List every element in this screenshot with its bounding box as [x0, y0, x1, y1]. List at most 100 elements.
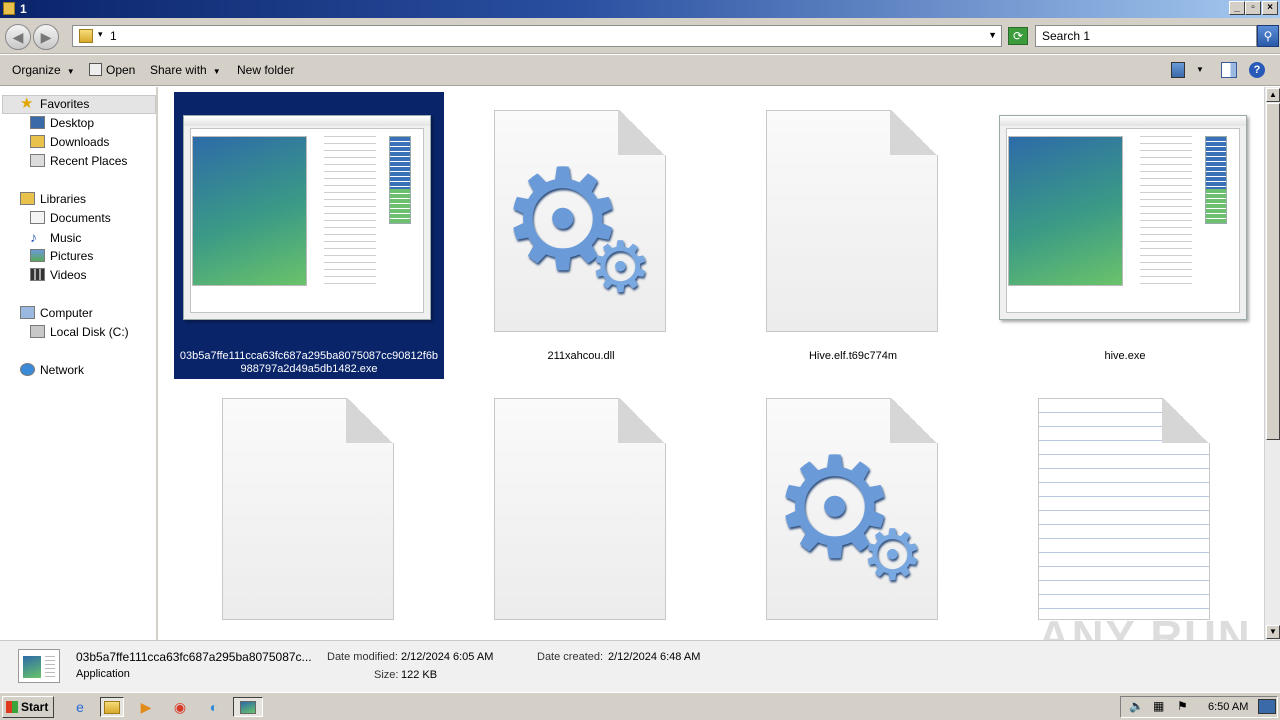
sidebar-item-label: Documents	[50, 211, 111, 225]
gear-icon: ⚙	[589, 228, 652, 306]
date-created-value: 2/12/2024 6:48 AM	[608, 651, 701, 663]
file-item[interactable]: ⚙ ⚙	[718, 392, 988, 640]
sidebar-item-libraries[interactable]: Libraries	[20, 190, 86, 208]
breadcrumb[interactable]: 1	[110, 29, 117, 43]
share-with-button[interactable]: Share with ▼	[150, 63, 221, 77]
sidebar-item-label: Videos	[50, 268, 87, 282]
libraries-icon	[20, 192, 35, 205]
gear-icon: ⚙	[861, 516, 924, 594]
file-item[interactable]: 03b5a7ffe111cca63fc687a295ba8075087cc908…	[174, 92, 444, 379]
media-player-icon[interactable]: ▶	[134, 697, 158, 717]
chevron-down-icon: ▼	[66, 67, 75, 76]
star-icon: ★	[20, 95, 34, 112]
file-name: hive.exe	[1104, 350, 1146, 362]
share-with-label: Share with	[150, 63, 207, 77]
sidebar-item-local-disk[interactable]: Local Disk (C:)	[30, 323, 129, 341]
window-title: 1	[20, 2, 27, 16]
sidebar-item-label: Local Disk (C:)	[50, 325, 129, 339]
edge-icon[interactable]: ◐	[202, 697, 226, 717]
folder-icon	[3, 2, 15, 15]
sidebar-item-label: Recent Places	[50, 154, 128, 168]
start-label: Start	[21, 700, 49, 714]
file-list: 03b5a7ffe111cca63fc687a295ba8075087cc908…	[160, 87, 1264, 640]
sidebar-item-pictures[interactable]: Pictures	[30, 247, 93, 265]
documents-icon	[30, 211, 45, 224]
file-item[interactable]	[990, 392, 1260, 640]
page-fold-icon	[890, 110, 938, 155]
chevron-down-icon[interactable]: ▼	[1196, 65, 1204, 81]
scrollbar-thumb[interactable]	[1266, 103, 1280, 440]
sidebar-item-network[interactable]: Network	[20, 361, 84, 379]
explorer-taskbar-button[interactable]	[100, 697, 124, 717]
scroll-up-icon[interactable]: ▲	[1266, 88, 1280, 102]
back-button[interactable]: ◀	[5, 24, 31, 50]
network-icon	[20, 363, 35, 376]
sidebar-item-label: Music	[50, 231, 82, 245]
sidebar-item-label: Network	[40, 363, 85, 377]
music-icon: ♪	[30, 229, 37, 245]
preview-pane-icon[interactable]	[1221, 62, 1237, 78]
sidebar-item-computer[interactable]: Computer	[20, 304, 93, 322]
refresh-icon[interactable]: ⟳	[1008, 27, 1028, 45]
new-folder-button[interactable]: New folder	[237, 63, 294, 77]
application-taskbar-button[interactable]	[233, 697, 263, 717]
network-icon[interactable]: ▦	[1153, 699, 1164, 713]
title-bar: 1 _ ▫ ×	[0, 0, 1280, 18]
windows-logo-icon	[6, 701, 18, 713]
close-button[interactable]: ×	[1262, 1, 1278, 15]
pictures-icon	[30, 249, 45, 262]
action-center-flag-icon[interactable]: ⚑	[1177, 699, 1188, 713]
file-name: Hive.elf.t69c774m	[808, 350, 898, 362]
chrome-icon[interactable]: ◉	[168, 697, 192, 717]
sidebar-item-favorites[interactable]: ★ Favorites	[20, 95, 89, 113]
size-value: 122 KB	[401, 669, 438, 681]
chevron-down-icon[interactable]: ▼	[988, 30, 997, 40]
file-item[interactable]: Hive.elf.t69c774m	[718, 92, 988, 379]
command-bar: Organize ▼ Open Share with ▼ New folder ▼ …	[0, 55, 1280, 86]
sidebar-item-videos[interactable]: Videos	[30, 266, 86, 284]
maximize-button[interactable]: ▫	[1245, 1, 1261, 15]
help-icon[interactable]: ?	[1249, 62, 1265, 78]
organize-button[interactable]: Organize ▼	[12, 63, 75, 77]
sidebar-item-music[interactable]: ♪ Music	[30, 228, 81, 246]
vertical-scrollbar[interactable]: ▲ ▼	[1264, 87, 1280, 640]
file-item[interactable]	[174, 392, 444, 640]
sidebar-item-recent-places[interactable]: Recent Places	[30, 152, 127, 170]
videos-icon	[30, 268, 45, 281]
page-fold-icon	[618, 398, 666, 443]
folder-icon	[79, 29, 93, 43]
sidebar-item-label: Pictures	[50, 249, 94, 263]
file-item[interactable]	[446, 392, 716, 640]
clock[interactable]: 6:50 AM	[1208, 701, 1248, 713]
address-row: ◀ ▶ ▾ 1 ▼ ⟳ Search 1 ⚲	[0, 18, 1280, 54]
breadcrumb-separator-icon[interactable]: ▾	[98, 29, 103, 40]
open-button[interactable]: Open	[89, 63, 135, 77]
sidebar-item-documents[interactable]: Documents	[30, 209, 111, 227]
drive-icon	[30, 325, 45, 338]
address-bar[interactable]: ▾ 1 ▼	[72, 25, 1002, 47]
sidebar-item-downloads[interactable]: Downloads	[30, 133, 109, 151]
volume-icon[interactable]: 🔈	[1129, 699, 1144, 713]
scroll-down-icon[interactable]: ▼	[1266, 625, 1280, 639]
sidebar-item-label: Computer	[40, 306, 93, 320]
sidebar-item-desktop[interactable]: Desktop	[30, 114, 94, 132]
organize-label: Organize	[12, 63, 61, 77]
sidebar-item-label: Desktop	[50, 116, 95, 130]
search-input[interactable]: Search 1	[1035, 25, 1257, 47]
application-window-icon	[183, 115, 431, 320]
forward-button[interactable]: ▶	[33, 24, 59, 50]
internet-explorer-icon[interactable]: e	[68, 697, 92, 717]
show-desktop-icon[interactable]	[1258, 699, 1276, 714]
search-icon[interactable]: ⚲	[1257, 25, 1279, 47]
details-file-name: 03b5a7ffe111cca63fc687a295ba8075087c...	[76, 650, 312, 664]
open-icon	[89, 63, 102, 76]
recent-places-icon	[30, 154, 45, 167]
start-button[interactable]: Start	[2, 696, 54, 718]
downloads-icon	[30, 135, 45, 148]
change-view-icon[interactable]	[1171, 62, 1185, 78]
file-name: 03b5a7ffe111cca63fc687a295ba8075087cc908…	[179, 350, 439, 375]
minimize-button[interactable]: _	[1229, 1, 1245, 15]
file-item[interactable]: hive.exe	[990, 92, 1260, 379]
file-item[interactable]: ⚙ ⚙ 211xahcou.dll	[446, 92, 716, 379]
page-fold-icon	[1162, 398, 1210, 443]
